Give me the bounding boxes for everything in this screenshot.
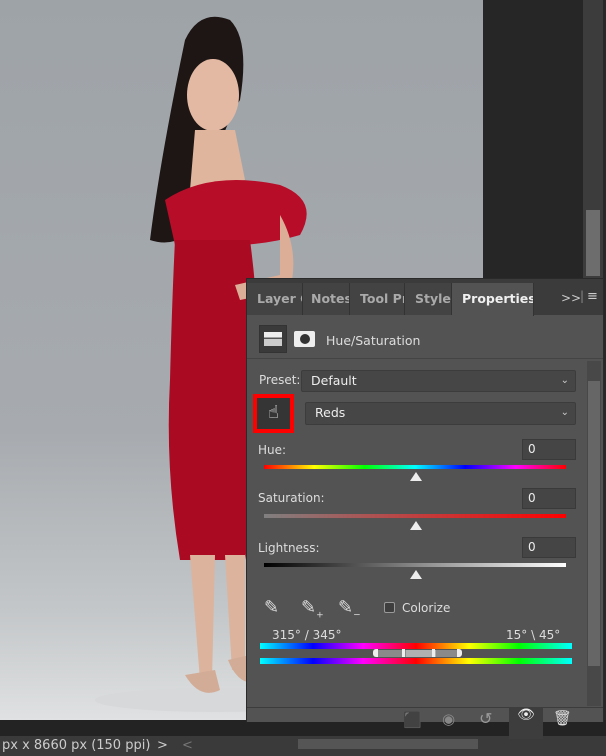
panel-menu-icon[interactable]: ≡ bbox=[587, 289, 598, 304]
range-right-falloff-handle[interactable] bbox=[457, 649, 462, 657]
scroll-left-arrow[interactable]: < bbox=[182, 736, 193, 756]
input-color-bar bbox=[260, 643, 572, 649]
adjustment-icon-button[interactable] bbox=[259, 325, 287, 353]
hue-input[interactable]: 0 bbox=[522, 439, 576, 460]
range-left-degrees: 315° / 345° bbox=[272, 628, 342, 642]
saturation-label: Saturation: bbox=[258, 491, 325, 505]
canvas-scroll-thumb[interactable] bbox=[586, 210, 600, 276]
hue-slider-thumb[interactable] bbox=[410, 472, 422, 481]
panel-scroll-thumb[interactable] bbox=[588, 381, 600, 666]
hand-scrubby-icon: ☝ bbox=[268, 402, 279, 423]
color-range-value: Reds bbox=[315, 405, 346, 420]
color-range-selector[interactable] bbox=[378, 650, 460, 657]
chevron-down-icon: ⌄ bbox=[560, 375, 569, 386]
tab-styles[interactable]: Styles bbox=[405, 283, 452, 315]
tab-notes[interactable]: Notes bbox=[303, 283, 350, 315]
properties-panel: Layer C Notes Tool Pr Styles Properties … bbox=[246, 278, 604, 739]
reset-icon[interactable]: ↺ bbox=[479, 709, 492, 728]
eyedropper-add-icon[interactable]: ✎+ bbox=[301, 597, 324, 621]
hue-saturation-icon bbox=[264, 332, 282, 346]
status-bar: px x 8660 px (150 ppi) > < bbox=[0, 736, 606, 756]
tab-tool-presets[interactable]: Tool Pr bbox=[350, 283, 405, 315]
chevron-down-icon: ⌄ bbox=[560, 407, 569, 418]
saturation-slider-thumb[interactable] bbox=[410, 521, 422, 530]
trash-icon[interactable]: 🗑 bbox=[553, 709, 572, 727]
panel-collapse-icon[interactable]: >> bbox=[561, 291, 581, 305]
divider bbox=[247, 358, 603, 359]
colorize-checkbox[interactable] bbox=[384, 602, 395, 613]
tab-properties[interactable]: Properties bbox=[452, 283, 534, 316]
horizontal-scroll-thumb[interactable] bbox=[298, 739, 478, 749]
targeted-adjustment-tool-button[interactable]: ☝ bbox=[253, 394, 294, 433]
lightness-input[interactable]: 0 bbox=[522, 537, 576, 558]
preset-value: Default bbox=[311, 373, 357, 388]
range-right-handle[interactable] bbox=[432, 649, 435, 657]
color-range-dropdown[interactable]: Reds ⌄ bbox=[305, 402, 576, 425]
range-right-degrees: 15° \ 45° bbox=[506, 628, 561, 642]
lightness-slider-thumb[interactable] bbox=[410, 570, 422, 579]
eye-icon: 👁 bbox=[517, 707, 535, 723]
tab-layer-comps[interactable]: Layer C bbox=[247, 283, 303, 315]
preset-label: Preset: bbox=[259, 373, 301, 387]
view-previous-state-icon[interactable]: ◉ bbox=[442, 710, 455, 728]
mask-icon bbox=[299, 334, 310, 344]
eyedropper-subtract-icon[interactable]: ✎− bbox=[338, 597, 361, 621]
output-color-bar bbox=[260, 658, 572, 664]
range-left-handle[interactable] bbox=[402, 649, 405, 657]
preset-dropdown[interactable]: Default ⌄ bbox=[301, 370, 576, 392]
colorize-label: Colorize bbox=[402, 601, 451, 615]
panel-scrollbar[interactable] bbox=[587, 361, 601, 706]
pasteboard bbox=[483, 0, 583, 278]
saturation-slider-track[interactable] bbox=[264, 514, 566, 518]
hue-label: Hue: bbox=[258, 443, 287, 457]
lightness-slider-track[interactable] bbox=[264, 563, 566, 567]
saturation-input[interactable]: 0 bbox=[522, 488, 576, 509]
hue-slider-track[interactable] bbox=[264, 465, 566, 469]
toggle-visibility-button[interactable]: 👁 bbox=[509, 707, 543, 739]
eyedropper-icon[interactable]: ✎ bbox=[264, 597, 279, 618]
range-left-falloff-handle[interactable] bbox=[373, 649, 378, 657]
status-arrow-right[interactable]: > bbox=[157, 736, 168, 756]
panel-footer bbox=[247, 708, 603, 722]
clip-to-layer-icon[interactable]: ⬛ bbox=[403, 711, 422, 729]
document-dimensions: px x 8660 px (150 ppi) bbox=[2, 738, 151, 753]
adjustment-title: Hue/Saturation bbox=[326, 333, 421, 348]
tab-separator: | bbox=[580, 289, 585, 303]
mask-icon-button[interactable] bbox=[294, 331, 315, 347]
lightness-label: Lightness: bbox=[258, 541, 320, 555]
